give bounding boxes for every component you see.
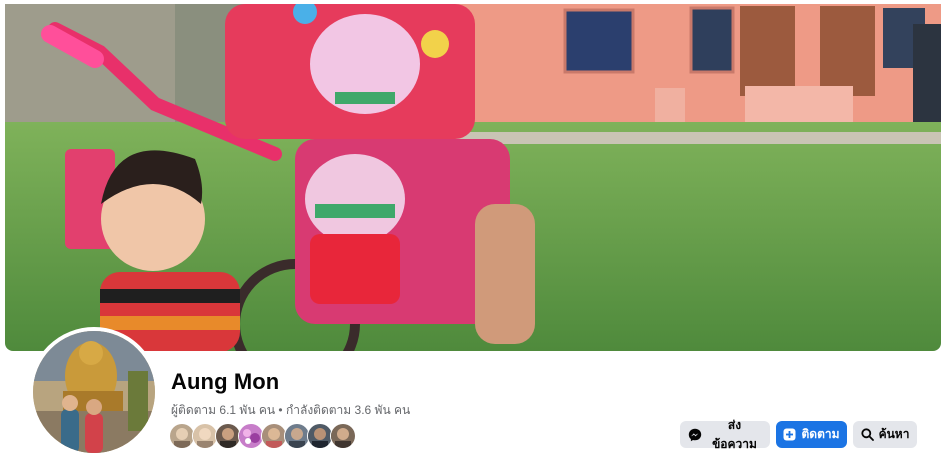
follow-button-label: ติดตาม	[801, 427, 840, 441]
cover-photo-image	[5, 4, 941, 351]
profile-avatar[interactable]	[29, 327, 159, 457]
message-button-label: ส่งข้อความ	[712, 417, 757, 451]
follower-stats[interactable]: ผู้ติดตาม 6.1 พัน คน • กำลังติดตาม 3.6 พ…	[171, 401, 410, 420]
avatar-image	[33, 331, 155, 453]
search-button-label: ค้นหา	[878, 427, 910, 441]
messenger-icon	[688, 428, 702, 442]
cover-photo[interactable]	[5, 4, 941, 351]
search-icon	[860, 428, 874, 441]
follow-plus-icon	[783, 428, 796, 441]
profile-name: Aung Mon	[171, 369, 280, 394]
search-button[interactable]: ค้นหา	[853, 421, 917, 448]
follow-button[interactable]: ติดตาม	[776, 421, 847, 448]
friend-avatar[interactable]	[330, 423, 356, 449]
message-button[interactable]: ส่งข้อความ	[680, 418, 770, 451]
friend-avatars	[169, 423, 356, 449]
